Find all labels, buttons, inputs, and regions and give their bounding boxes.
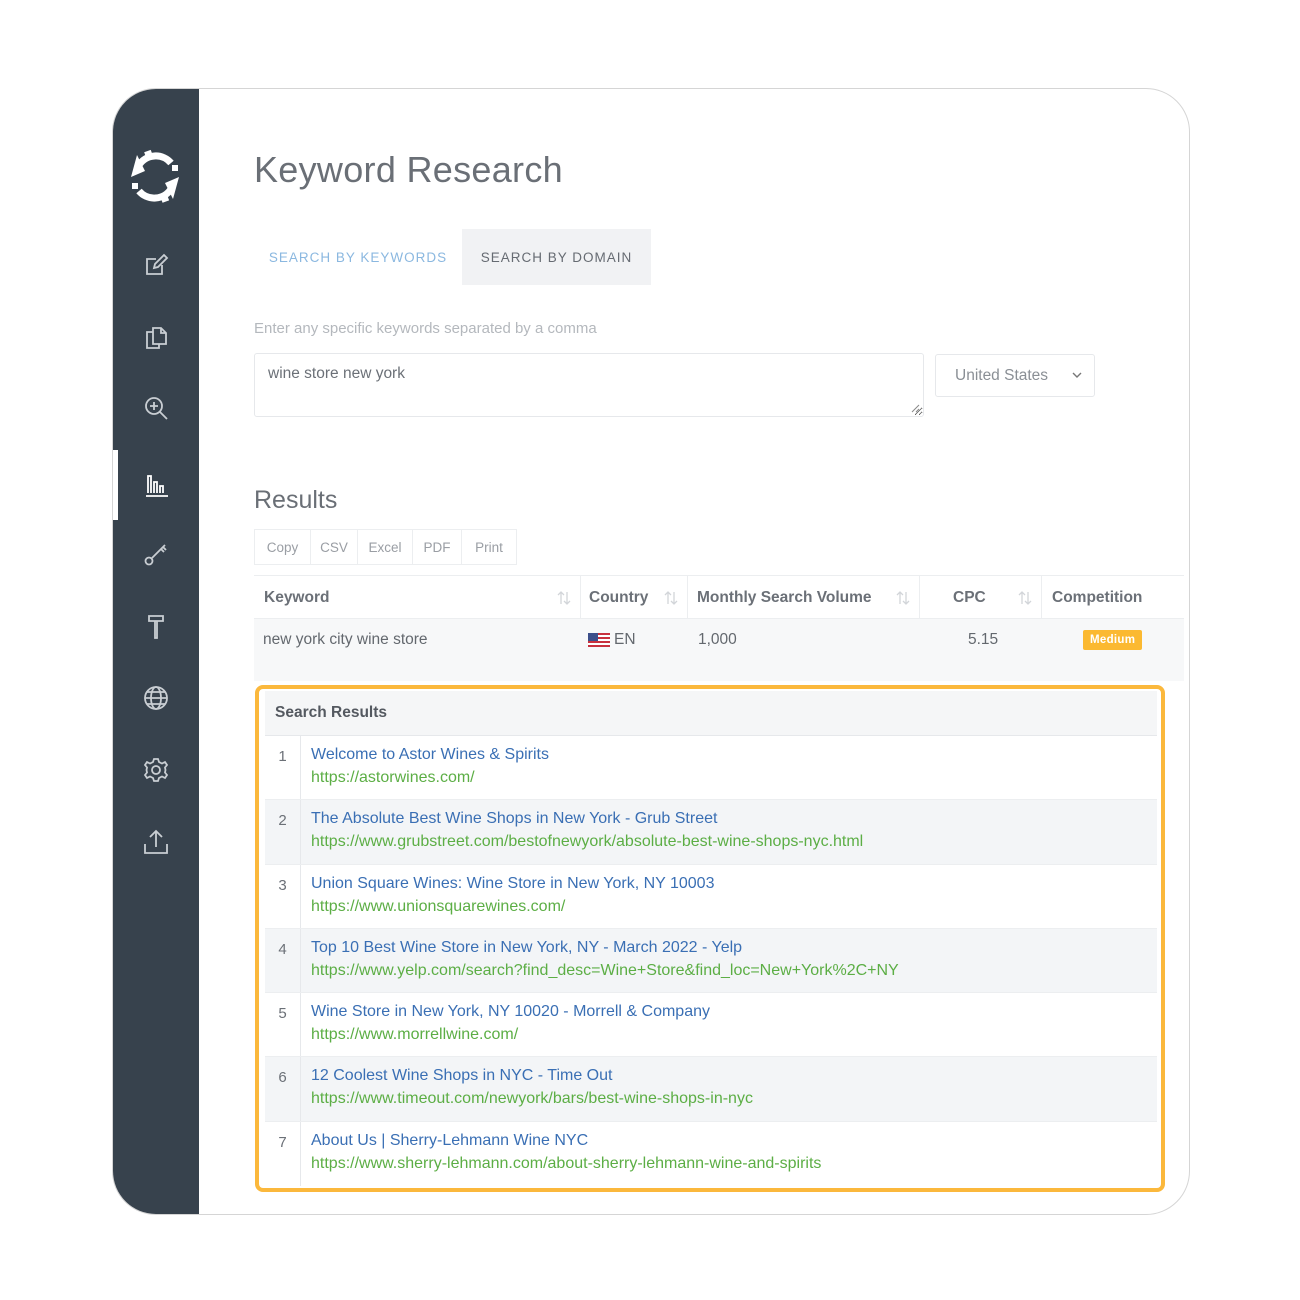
column-header-cpc[interactable]: CPC — [920, 576, 1042, 620]
page-title: Keyword Research — [254, 149, 563, 190]
us-flag-icon — [588, 633, 610, 647]
result-number: 5 — [265, 993, 301, 1057]
list-item: 7 About Us | Sherry-Lehmann Wine NYC htt… — [265, 1121, 1157, 1187]
keywords-hint: Enter any specific keywords separated by… — [254, 320, 597, 337]
sort-icon — [896, 591, 910, 605]
column-header-label: Country — [589, 589, 649, 606]
sidebar-item-edit[interactable] — [113, 230, 199, 300]
pdf-button[interactable]: PDF — [413, 530, 462, 564]
copy-documents-icon — [146, 327, 167, 349]
gear-icon — [143, 758, 169, 782]
column-header-label: CPC — [953, 589, 986, 606]
result-number: 2 — [265, 800, 301, 864]
sidebar-item-tools[interactable] — [113, 591, 199, 661]
sidebar-item-search[interactable] — [113, 373, 199, 443]
column-header-label: Monthly Search Volume — [697, 589, 872, 606]
list-item: 4 Top 10 Best Wine Store in New York, NY… — [265, 928, 1157, 994]
result-url-link[interactable]: https://www.unionsquarewines.com/ — [311, 898, 565, 916]
result-title-link[interactable]: 12 Coolest Wine Shops in NYC - Time Out — [311, 1067, 612, 1085]
column-header-monthly-search-volume[interactable]: Monthly Search Volume — [688, 576, 920, 620]
country-select-value: United States — [955, 366, 1049, 384]
resize-grip-icon[interactable] — [910, 403, 920, 413]
column-header-keyword[interactable]: Keyword — [254, 576, 581, 620]
print-button[interactable]: Print — [462, 530, 516, 564]
results-title: Results — [254, 486, 338, 514]
zoom-in-icon — [145, 397, 168, 420]
result-number: 7 — [265, 1121, 301, 1187]
column-header-competition[interactable]: Competition — [1042, 576, 1184, 620]
list-item: 5 Wine Store in New York, NY 10020 - Mor… — [265, 993, 1157, 1058]
cell-keyword: new york city wine store — [263, 631, 428, 648]
search-results-list: 1 Welcome to Astor Wines & Spirits https… — [265, 736, 1157, 1187]
result-url-link[interactable]: https://www.yelp.com/search?find_desc=Wi… — [311, 962, 899, 980]
result-title-link[interactable]: The Absolute Best Wine Shops in New York… — [311, 810, 717, 828]
column-header-label: Competition — [1052, 589, 1143, 606]
sort-icon — [664, 591, 678, 605]
result-url-link[interactable]: https://www.timeout.com/newyork/bars/bes… — [311, 1090, 753, 1108]
list-item: 3 Union Square Wines: Wine Store in New … — [265, 864, 1157, 929]
cell-country: EN — [588, 619, 636, 661]
result-title-link[interactable]: Top 10 Best Wine Store in New York, NY -… — [311, 939, 742, 957]
globe-icon — [144, 686, 168, 710]
result-url-link[interactable]: https://www.morrellwine.com/ — [311, 1026, 518, 1044]
sidebar — [113, 89, 199, 1214]
bar-chart-icon — [146, 475, 168, 497]
results-table-header: Keyword Country Monthly Search Volume CP… — [254, 575, 1184, 620]
result-title-link[interactable]: Welcome to Astor Wines & Spirits — [311, 746, 549, 764]
list-item: 2 The Absolute Best Wine Shops in New Yo… — [265, 800, 1157, 865]
country-select[interactable]: United States — [935, 354, 1095, 397]
search-results-title: Search Results — [265, 691, 1157, 736]
sidebar-item-settings[interactable] — [113, 735, 199, 805]
column-header-country[interactable]: Country — [581, 576, 688, 620]
sidebar-item-keys[interactable] — [113, 519, 199, 589]
list-item: 1 Welcome to Astor Wines & Spirits https… — [265, 736, 1157, 801]
sort-icon — [1018, 591, 1032, 605]
result-title-link[interactable]: Union Square Wines: Wine Store in New Yo… — [311, 875, 714, 893]
edit-icon — [146, 253, 169, 275]
tab-search-by-keywords[interactable]: SEARCH BY KEYWORDS — [254, 229, 462, 285]
result-url-link[interactable]: https://www.grubstreet.com/bestofnewyork… — [311, 833, 863, 851]
result-title-link[interactable]: About Us | Sherry-Lehmann Wine NYC — [311, 1132, 588, 1150]
export-button-group: Copy CSV Excel PDF Print — [254, 529, 517, 565]
sidebar-item-global[interactable] — [113, 663, 199, 733]
result-number: 1 — [265, 736, 301, 800]
app-window: Keyword Research SEARCH BY KEYWORDS SEAR… — [112, 88, 1190, 1215]
result-url-link[interactable]: https://astorwines.com/ — [311, 769, 475, 787]
keywords-input[interactable]: wine store new york — [254, 353, 924, 417]
country-code: EN — [614, 631, 636, 648]
sidebar-item-keyword-research[interactable] — [113, 450, 199, 520]
key-icon — [144, 544, 167, 566]
result-number: 6 — [265, 1057, 301, 1121]
column-header-label: Keyword — [264, 589, 330, 606]
gear-sync-logo-icon[interactable] — [125, 145, 185, 209]
chevron-down-icon — [1072, 372, 1082, 378]
copy-button[interactable]: Copy — [255, 530, 311, 564]
sort-icon — [557, 591, 571, 605]
result-number: 3 — [265, 864, 301, 928]
result-number: 4 — [265, 928, 301, 993]
list-item: 6 12 Coolest Wine Shops in NYC - Time Ou… — [265, 1057, 1157, 1122]
cell-cpc: 5.15 — [968, 631, 999, 648]
sidebar-item-content[interactable] — [113, 301, 199, 371]
tab-search-by-domain[interactable]: SEARCH BY DOMAIN — [462, 229, 651, 285]
upload-icon — [144, 829, 168, 854]
cell-competition: Medium — [1083, 619, 1143, 661]
hammer-icon — [148, 615, 164, 639]
sidebar-item-export[interactable] — [113, 807, 199, 877]
excel-button[interactable]: Excel — [358, 530, 413, 564]
result-title-link[interactable]: Wine Store in New York, NY 10020 - Morre… — [311, 1003, 710, 1021]
cell-monthly-search-volume: 1,000 — [698, 631, 737, 648]
table-row[interactable]: new york city wine store EN 1,000 5.15 M… — [254, 619, 1184, 681]
main-content: Keyword Research SEARCH BY KEYWORDS SEAR… — [199, 89, 1189, 1214]
competition-badge: Medium — [1083, 630, 1143, 650]
search-results-panel: Search Results 1 Welcome to Astor Wines … — [255, 685, 1165, 1192]
csv-button[interactable]: CSV — [311, 530, 358, 564]
result-url-link[interactable]: https://www.sherry-lehmann.com/about-she… — [311, 1155, 821, 1173]
